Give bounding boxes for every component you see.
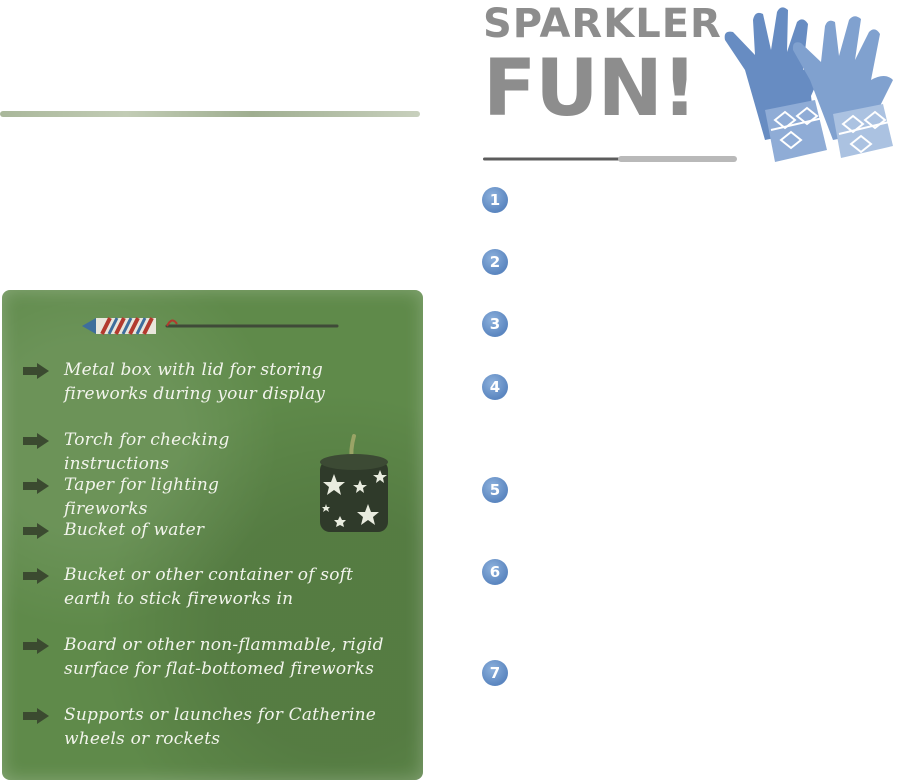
arrow-bullet-icon	[23, 478, 49, 494]
step-number-1: 1	[482, 187, 508, 213]
arrow-bullet-icon	[23, 433, 49, 449]
list-item: Bucket or other container of soft earth …	[22, 563, 422, 611]
title-line-1: SPARKLER	[483, 1, 722, 47]
arrow-bullet-icon	[23, 708, 49, 724]
list-item-text: Supports or launches for Catherine wheel…	[64, 705, 376, 749]
section-divider	[0, 111, 420, 117]
list-item-text: Bucket of water	[64, 520, 205, 540]
sparkler-icon	[483, 156, 737, 162]
step-number-7: 7	[482, 660, 508, 686]
list-item-text: Bucket or other container of soft earth …	[64, 565, 354, 609]
star-lantern-icon	[320, 434, 388, 532]
arrow-bullet-icon	[23, 568, 49, 584]
list-item-text: Metal box with lid for storing fireworks…	[64, 360, 326, 404]
list-item-text: Torch for checking instructions	[64, 430, 230, 474]
arrow-bullet-icon	[23, 638, 49, 654]
list-item-text: Board or other non-flammable, rigid surf…	[64, 635, 384, 679]
list-item: Supports or launches for Catherine wheel…	[22, 703, 422, 751]
list-item-text: Taper for lighting fireworks	[64, 475, 220, 519]
step-number-5: 5	[482, 477, 508, 503]
step-number-4: 4	[482, 374, 508, 400]
checklist-panel: Metal box with lid for storing fireworks…	[2, 290, 423, 780]
gloves-icon	[724, 7, 893, 162]
list-item: Board or other non-flammable, rigid surf…	[22, 633, 422, 681]
arrow-bullet-icon	[23, 523, 49, 539]
safety-checklist: Metal box with lid for storing fireworks…	[2, 290, 423, 780]
title-line-2: FUN!	[483, 44, 697, 134]
step-number-6: 6	[482, 559, 508, 585]
step-number-3: 3	[482, 311, 508, 337]
arrow-bullet-icon	[23, 363, 49, 379]
step-number-2: 2	[482, 249, 508, 275]
list-item: Metal box with lid for storing fireworks…	[22, 358, 422, 406]
